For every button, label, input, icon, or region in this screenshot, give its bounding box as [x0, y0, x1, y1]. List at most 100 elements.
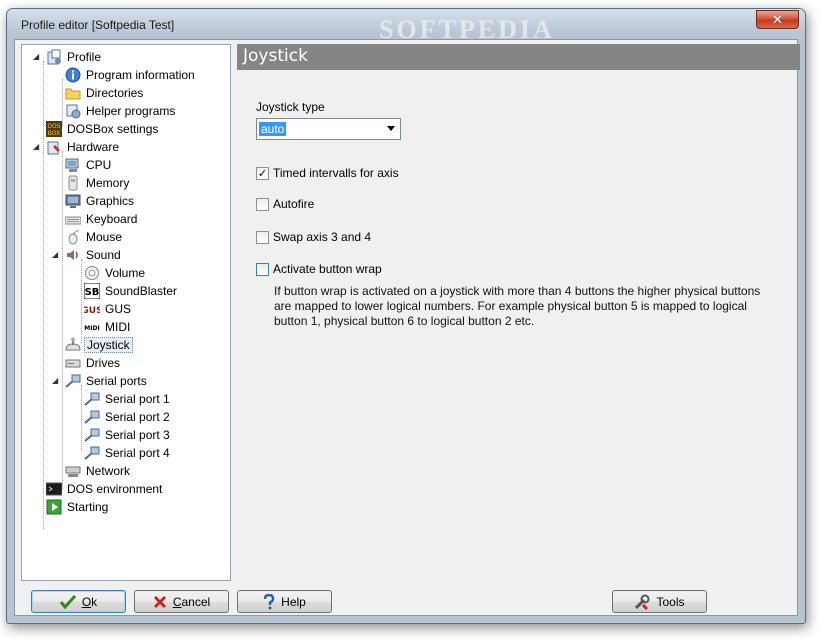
tree-item-label: Serial port 4 — [105, 446, 170, 460]
title-bar[interactable]: Profile editor [Softpedia Test] SOFTPEDI… — [7, 9, 805, 44]
tree-item-dosbox-settings[interactable]: DOS BOX DOSBox settings — [46, 120, 160, 138]
dropdown-arrow-icon[interactable] — [387, 126, 395, 131]
tree-item-drives[interactable]: Drives — [65, 354, 122, 372]
folder-icon — [65, 85, 81, 101]
tree-item-serial-ports[interactable]: Serial ports — [65, 372, 149, 390]
question-mark-icon — [263, 593, 275, 610]
collapse-arrow-icon[interactable]: ◢ — [33, 53, 41, 61]
tree-item-helper-programs[interactable]: Helper programs — [65, 102, 177, 120]
ok-label: Ok — [81, 594, 98, 609]
starting-icon — [46, 499, 62, 515]
swap-axis-checkbox[interactable]: Swap axis 3 and 4 — [256, 230, 371, 244]
checkbox-icon[interactable] — [256, 197, 269, 211]
serial-port-icon — [84, 409, 100, 425]
autofire-checkbox[interactable]: Autofire — [256, 197, 314, 211]
tree-item-joystick[interactable]: Joystick — [65, 336, 133, 354]
tree-item-serial-port-4[interactable]: Serial port 4 — [84, 444, 172, 462]
tree-item-graphics[interactable]: Graphics — [65, 192, 136, 210]
tree-item-soundblaster[interactable]: SB SoundBlaster — [84, 282, 179, 300]
tools-icon — [634, 594, 650, 610]
tree-item-gus[interactable]: GUS GUS — [84, 300, 133, 318]
collapse-arrow-icon[interactable]: ◢ — [52, 251, 60, 259]
tree-item-volume[interactable]: Volume — [84, 264, 147, 282]
tree-item-label: Hardware — [67, 140, 120, 154]
joystick-type-value: auto — [259, 122, 287, 136]
tree-item-starting[interactable]: Starting — [46, 498, 110, 516]
tree-item-label: Keyboard — [86, 212, 138, 226]
autofire-label: Autofire — [273, 197, 315, 211]
tree-item-network[interactable]: Network — [65, 462, 132, 480]
dosbox-icon-text: BOX — [48, 130, 60, 137]
tree-item-label: Serial port 3 — [105, 428, 170, 442]
tree-item-serial-port-1[interactable]: Serial port 1 — [84, 390, 172, 408]
gus-icon: GUS — [84, 301, 100, 317]
checkbox-icon[interactable] — [256, 230, 269, 244]
tree-item-label: Helper programs — [86, 104, 176, 118]
tree-item-label: Drives — [86, 356, 121, 370]
tree-item-midi[interactable]: MIDI MIDI — [84, 318, 132, 336]
window-title: Profile editor [Softpedia Test] — [21, 18, 175, 32]
graphics-icon — [65, 193, 81, 209]
close-button[interactable]: ✕ — [756, 10, 799, 29]
volume-icon — [84, 265, 100, 281]
tree-item-label: Serial port 2 — [105, 410, 170, 424]
tree-item-dos-environment[interactable]: DOS environment — [46, 480, 164, 498]
tree-item-label: GUS — [105, 302, 132, 316]
serial-ports-icon — [65, 373, 81, 389]
tree-item-sound[interactable]: Sound — [65, 246, 123, 264]
dosbox-icon: DOS BOX — [46, 121, 62, 137]
tree-item-keyboard[interactable]: Keyboard — [65, 210, 139, 228]
tools-button[interactable]: Tools — [612, 590, 707, 613]
tree-item-label: MIDI — [105, 320, 131, 334]
tree-item-label: Sound — [86, 248, 121, 262]
tree-line — [81, 385, 82, 451]
sound-icon — [65, 247, 81, 263]
tree-item-mouse[interactable]: Mouse — [65, 228, 124, 246]
timed-intervals-checkbox[interactable]: ✓ Timed intervalls for axis — [256, 166, 399, 180]
tree-item-cpu[interactable]: CPU — [65, 156, 113, 174]
tree-item-serial-port-2[interactable]: Serial port 2 — [84, 408, 172, 426]
settings-tree[interactable]: Profile ◢ Program information Directorie… — [21, 44, 231, 581]
checkbox-icon[interactable] — [256, 262, 269, 276]
joystick-type-select[interactable]: auto — [256, 118, 401, 140]
serial-port-icon — [84, 391, 100, 407]
checkbox-checked-icon[interactable]: ✓ — [256, 166, 269, 180]
tree-item-label: CPU — [86, 158, 112, 172]
button-wrap-description: If button wrap is activated on a joystic… — [274, 284, 761, 328]
tree-item-profile[interactable]: Profile — [46, 48, 103, 66]
helper-programs-icon — [65, 103, 81, 119]
help-label: Help — [281, 594, 306, 609]
button-wrap-checkbox[interactable]: Activate button wrap — [256, 262, 382, 276]
tree-item-memory[interactable]: Memory — [65, 174, 131, 192]
tree-item-label: Program information — [86, 68, 195, 82]
dos-environment-icon — [46, 481, 62, 497]
cancel-button[interactable]: Cancel — [134, 590, 229, 613]
checkmark-icon — [59, 594, 76, 609]
collapse-arrow-icon[interactable]: ◢ — [52, 377, 60, 385]
midi-icon-text: MIDI — [84, 325, 99, 332]
tree-item-label: Volume — [105, 266, 146, 280]
tree-item-label: Mouse — [86, 230, 123, 244]
ok-button[interactable]: Ok — [31, 590, 126, 613]
profile-editor-window: Profile editor [Softpedia Test] SOFTPEDI… — [6, 8, 806, 624]
panel-title: Joystick — [237, 44, 800, 70]
joystick-settings-panel: Joystick type auto ✓ Timed intervalls fo… — [237, 70, 800, 581]
tree-item-hardware[interactable]: Hardware — [46, 138, 121, 156]
gus-icon-text: GUS — [84, 306, 100, 316]
tree-item-program-information[interactable]: Program information — [65, 66, 197, 84]
tree-item-label: Network — [86, 464, 131, 478]
help-button[interactable]: Help — [237, 590, 332, 613]
cancel-x-icon — [153, 595, 167, 609]
tree-item-label: Serial port 1 — [105, 392, 170, 406]
tree-item-label: Graphics — [86, 194, 135, 208]
midi-icon: MIDI — [84, 319, 100, 335]
tree-item-serial-port-3[interactable]: Serial port 3 — [84, 426, 172, 444]
close-icon: ✕ — [772, 11, 783, 27]
keyboard-icon — [65, 211, 81, 227]
joystick-icon — [65, 337, 81, 353]
tree-item-label: Serial ports — [86, 374, 147, 388]
tree-line — [81, 259, 82, 343]
tree-item-directories[interactable]: Directories — [65, 84, 145, 102]
collapse-arrow-icon[interactable]: ◢ — [33, 143, 41, 151]
tree-line — [62, 151, 63, 489]
